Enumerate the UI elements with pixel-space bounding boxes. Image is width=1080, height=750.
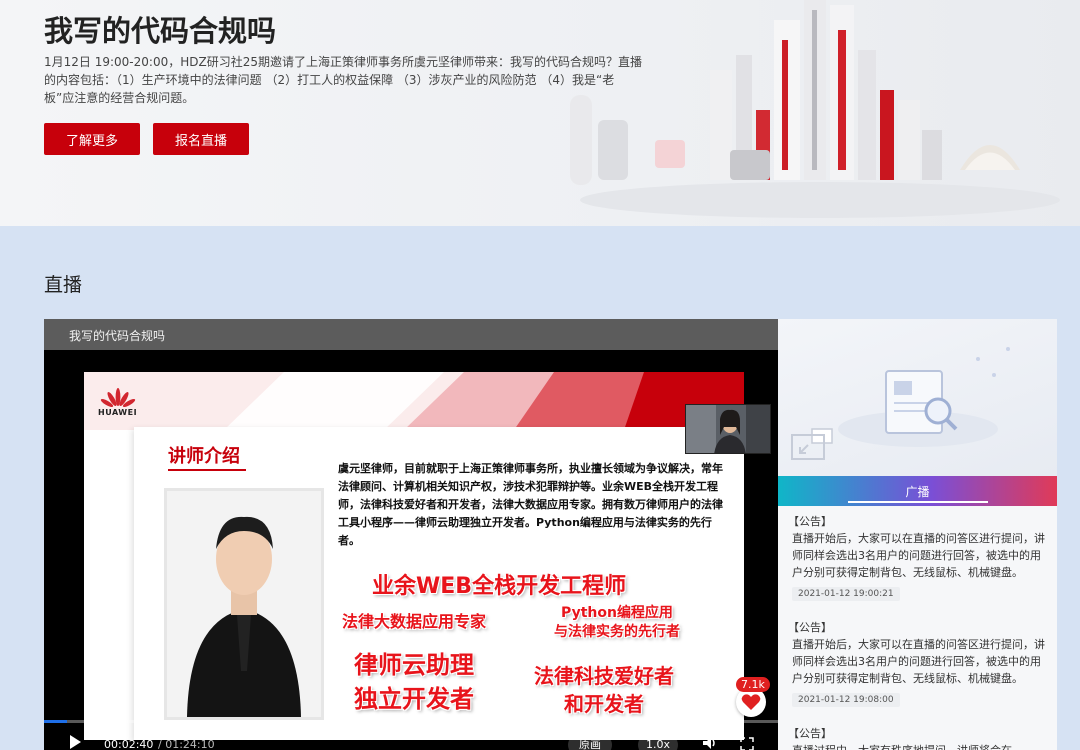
slide-heading: 讲师介绍 [168,446,240,467]
notice-body: 直播开始后，大家可以在直播的问答区进行提问，讲师同样会选出3名用户的问题进行回答… [792,638,1045,685]
fullscreen-icon[interactable] [740,737,754,750]
quality-selector[interactable]: 原画 [568,734,612,750]
signup-live-button[interactable]: 报名直播 [153,123,249,155]
notice-item: 【公告】 直播开始后，大家可以在直播的问答区进行提问，讲师同样会选出3名用户的问… [788,514,1050,601]
play-icon[interactable] [68,735,82,749]
collapse-panel-button[interactable] [790,427,834,465]
event-description: 1月12日 19:00-20:00，HDZ研习社25期邀请了上海正策律师事务所虞… [44,55,642,105]
volume-icon[interactable] [702,736,718,750]
notice-item: 【公告】 直播过程中，大家有秩序地提问，讲师将会在 [788,726,1050,750]
player-header: 我写的代码合规吗 [44,319,778,350]
slide-tag-legal-bigdata: 法律大数据应用专家 [342,612,487,631]
page-title: 我写的代码合规吗 [44,14,277,48]
notice-tag: 【公告】 [788,621,832,634]
side-panel: 广播 【公告】 直播开始后，大家可以在直播的问答区进行提问，讲师同样会选出3名用… [778,319,1057,750]
tab-broadcast[interactable]: 广播 [778,483,1057,500]
notice-timestamp: 2021-01-12 19:08:00 [792,693,900,707]
current-time: 00:02:40 [104,738,154,750]
total-time: / 01:24:10 [158,738,215,750]
section-title-live: 直播 [44,274,83,296]
player-controls: 00:02:40 / 01:24:10 原画 1.0x [44,723,778,750]
hero-banner: 我写的代码合规吗 1月12日 19:00-20:00，HDZ研习社25期邀请了上… [0,0,1080,226]
video-player[interactable]: 我写的代码合规吗 HUAWEI 讲师介绍 虞元坚律师，目前就职于上海正策律师事务… [44,319,778,750]
slide-tag-python: Python编程应用 与法律实务的先行者 [554,605,680,640]
notice-tag: 【公告】 [788,515,832,528]
speaker-camera-pip[interactable] [685,404,771,454]
notice-list: 【公告】 直播开始后，大家可以在直播的问答区进行提问，讲师同样会选出3名用户的问… [778,506,1057,750]
learn-more-button[interactable]: 了解更多 [44,123,140,155]
huawei-wordmark: HUAWEI [98,408,138,417]
lecturer-portrait [164,488,324,720]
heading-underline [168,469,246,471]
notice-timestamp: 2021-01-12 19:00:21 [792,587,900,601]
slide-tag-cloud-assistant: 律师云助理 独立开发者 [354,651,474,713]
slide-tag-legaltech: 法律科技爱好者 和开发者 [534,664,674,716]
notice-body: 直播过程中，大家有秩序地提问，讲师将会在 [792,742,1048,750]
presentation-slide: HUAWEI 讲师介绍 虞元坚律师，目前就职于上海正策律师事务所，执业擅长领域为… [84,372,744,740]
notice-tag: 【公告】 [788,727,832,740]
hero-illustration [570,0,1060,218]
notice-body: 直播开始后，大家可以在直播的问答区进行提问，讲师同样会选出3名用户的问题进行回答… [792,532,1045,579]
broadcast-tab-bar: 广播 [778,476,1057,506]
lecturer-bio: 虞元坚律师，目前就职于上海正策律师事务所，执业擅长领域为争议解决，常年法律顾问、… [338,462,723,547]
like-count-badge: 7.1k [736,677,770,692]
minimize-window-icon [791,428,833,460]
slide-tag-fullstack: 业余WEB全栈开发工程师 [372,574,627,599]
player-title: 我写的代码合规吗 [69,329,166,343]
notice-item: 【公告】 直播开始后，大家可以在直播的问答区进行提问，讲师同样会选出3名用户的问… [788,620,1050,707]
speed-selector[interactable]: 1.0x [638,734,678,750]
active-tab-underline [848,501,988,503]
slide-header-graphic [84,372,744,430]
